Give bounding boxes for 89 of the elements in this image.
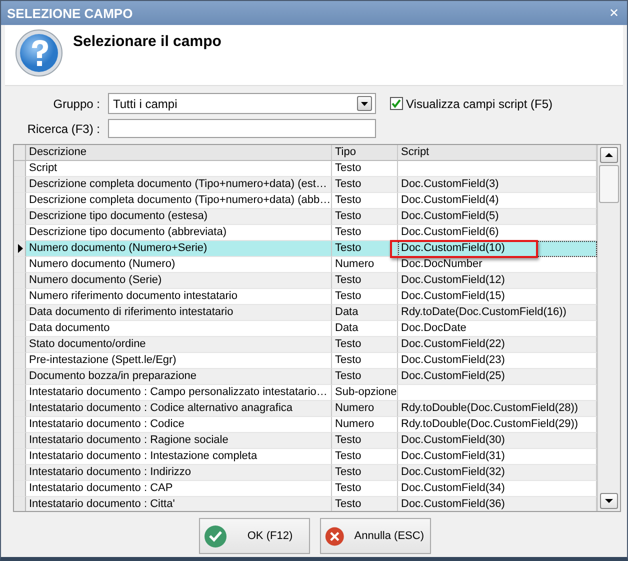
row-header [14, 225, 26, 241]
row-header [14, 465, 26, 481]
row-header [14, 321, 26, 337]
row-header [14, 417, 26, 433]
table-cell[interactable]: Doc.CustomField(22) [398, 337, 597, 353]
table-cell[interactable]: Doc.CustomField(36) [398, 497, 597, 511]
table-cell[interactable]: Descrizione tipo documento (estesa) [26, 209, 332, 225]
table-row[interactable]: Numero documento (Serie) Testo Doc.CustomField(12) [14, 273, 597, 289]
row-header [14, 177, 26, 193]
table-row[interactable]: Numero documento (Numero+Serie) Testo Doc.CustomField(10) [14, 241, 597, 257]
row-header [14, 273, 26, 289]
row-header [14, 449, 26, 465]
table-cell[interactable]: Doc.CustomField(5) [398, 209, 597, 225]
table-cell[interactable]: Testo [332, 209, 398, 225]
table-cell[interactable]: Numero documento (Numero+Serie) [26, 241, 332, 257]
down-arrow-icon [604, 498, 614, 504]
close-icon [325, 524, 344, 548]
checkbox[interactable] [390, 97, 403, 110]
row-header [14, 337, 26, 353]
table-cell[interactable]: Testo [332, 337, 398, 353]
table-cell[interactable]: Testo [332, 369, 398, 385]
row-header [14, 401, 26, 417]
column-header[interactable]: Descrizione [26, 145, 332, 161]
row-header [14, 289, 26, 305]
table-cell[interactable]: Testo [332, 177, 398, 193]
row-header [14, 385, 26, 401]
table-row[interactable]: Descrizione completa documento (Tipo+numero+data) (est… Testo Doc.CustomField(3) [14, 177, 597, 193]
table-row[interactable]: Data documento di riferimento intestatario Data Rdy.toDate(Doc.CustomField(16)) [14, 305, 597, 321]
table-cell[interactable]: Data [332, 305, 398, 321]
group-dropdown[interactable]: Tutti i campi [108, 93, 376, 114]
table-cell[interactable]: Numero documento (Serie) [26, 273, 332, 289]
table-cell[interactable]: Doc.CustomField(30) [398, 433, 597, 449]
table-row[interactable]: Stato documento/ordine Testo Doc.CustomField(22) [14, 337, 597, 353]
table-row[interactable]: Intestatario documento : Codice alternativo anagrafica Numero Rdy.toDouble(Doc.CustomField(28)) [14, 401, 597, 417]
table-cell[interactable]: Testo [332, 241, 398, 257]
row-header [14, 497, 26, 511]
table-cell[interactable]: Intestatario documento : Citta' [26, 497, 332, 511]
table-row[interactable]: Documento bozza/in preparazione Testo Doc.CustomField(25) [14, 369, 597, 385]
column-header[interactable]: Script [398, 145, 597, 161]
row-header [14, 209, 26, 225]
table-cell[interactable]: Testo [332, 433, 398, 449]
row-header [14, 369, 26, 385]
ok-button[interactable]: OK (F12) [199, 518, 310, 554]
row-header [14, 481, 26, 497]
table-cell[interactable]: Data documento di riferimento intestatario [26, 305, 332, 321]
checkbox-label: Visualizza campi script (F5) [406, 96, 552, 110]
field-label: Gruppo : [52, 96, 100, 110]
scroll-thumb[interactable] [599, 165, 619, 203]
table-row[interactable]: Descrizione tipo documento (estesa) Testo Doc.CustomField(5) [14, 209, 597, 225]
column-header[interactable]: Tipo [332, 145, 398, 161]
table-cell[interactable]: Doc.CustomField(12) [398, 273, 597, 289]
scroll-down-button[interactable] [600, 493, 618, 509]
table-cell[interactable]: Documento bozza/in preparazione [26, 369, 332, 385]
table-cell[interactable]: Intestatario documento : Ragione sociale [26, 433, 332, 449]
table-cell[interactable]: Descrizione completa documento (Tipo+numero+data) (est… [26, 177, 332, 193]
table-cell[interactable]: Intestatario documento : Codice alternativo anagrafica [26, 401, 332, 417]
row-header [14, 433, 26, 449]
table-cell[interactable]: Testo [332, 273, 398, 289]
row-header [14, 193, 26, 209]
table-cell[interactable]: Testo [332, 465, 398, 481]
table-cell[interactable]: Doc.CustomField(3) [398, 177, 597, 193]
search-field[interactable] [108, 119, 376, 138]
help-icon [15, 29, 63, 77]
table-cell[interactable]: Rdy.toDouble(Doc.CustomField(28)) [398, 401, 597, 417]
table-cell[interactable]: Doc.CustomField(10) [398, 241, 597, 257]
table-row[interactable]: Intestatario documento : Ragione sociale Testo Doc.CustomField(30) [14, 433, 597, 449]
table-row[interactable]: Intestatario documento : Indirizzo Testo Doc.CustomField(32) [14, 465, 597, 481]
table-cell[interactable]: Doc.CustomField(25) [398, 369, 597, 385]
table-cell[interactable]: Rdy.toDate(Doc.CustomField(16)) [398, 305, 597, 321]
table-row[interactable]: Intestatario documento : Citta' Testo Doc.CustomField(36) [14, 497, 597, 511]
row-pointer-icon [16, 244, 22, 253]
table-cell[interactable]: Numero [332, 401, 398, 417]
row-header [14, 305, 26, 321]
scroll-up-button[interactable] [600, 147, 618, 163]
table-cell[interactable]: Intestatario documento : Indirizzo [26, 465, 332, 481]
dialog-heading: Selezionare il campo [73, 33, 222, 50]
row-header [14, 145, 26, 161]
window-title: SELEZIONE CAMPO [7, 6, 133, 20]
up-arrow-icon [604, 152, 614, 158]
field-label: Ricerca (F3) : [26, 122, 100, 136]
row-header [14, 161, 26, 177]
check-icon [391, 98, 402, 109]
row-header [14, 257, 26, 273]
table-cell[interactable]: Doc.CustomField(32) [398, 465, 597, 481]
check-icon [204, 524, 227, 548]
table-cell[interactable]: Testo [332, 497, 398, 511]
cancel-button[interactable]: Annulla (ESC) [320, 518, 431, 554]
table-cell[interactable]: Stato documento/ordine [26, 337, 332, 353]
row-header [14, 353, 26, 369]
